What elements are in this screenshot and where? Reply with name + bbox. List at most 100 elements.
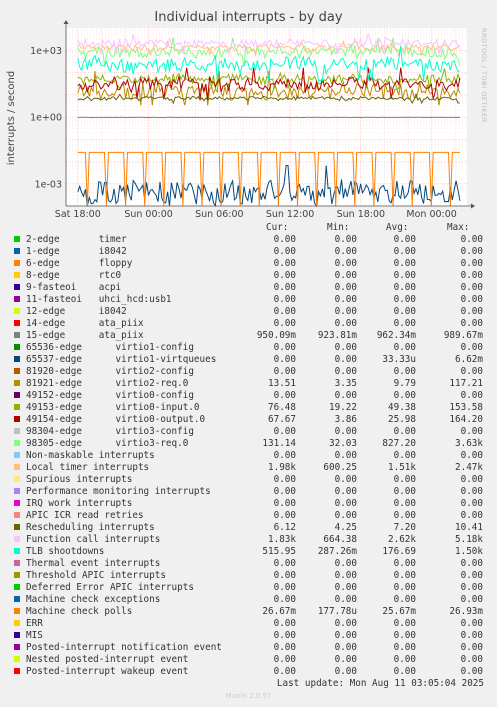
legend-max-value: 0.00 — [460, 426, 483, 437]
y-tick-label: 1e+03 — [30, 46, 62, 57]
legend-swatch — [14, 644, 20, 650]
legend-cur-value: 0.00 — [273, 474, 296, 485]
legend-max-value: 0.00 — [460, 510, 483, 521]
legend-max-value: 0.00 — [460, 570, 483, 581]
legend-avg-value: 0.00 — [393, 246, 416, 257]
legend-max-value: 0.00 — [460, 558, 483, 569]
legend-label: TLB shootdowns — [26, 546, 105, 557]
legend-swatch — [14, 428, 20, 434]
legend-cur-value: 0.00 — [273, 318, 296, 329]
legend-swatch — [14, 452, 20, 458]
legend-max-value: 6.62m — [455, 354, 483, 365]
legend-max-value: 5.18k — [455, 534, 483, 545]
legend-avg-value: 176.69 — [382, 546, 416, 557]
legend-avg-value: 0.00 — [393, 342, 416, 353]
legend-swatch — [14, 536, 20, 542]
legend-avg-value: 0.00 — [393, 366, 416, 377]
legend-label: Deferred Error APIC interrupts — [26, 582, 194, 593]
legend-cur-value: 0.00 — [273, 354, 296, 365]
header-cur: Cur: — [266, 222, 289, 233]
legend-label: 49154-edge virtio0-output.0 — [26, 414, 206, 425]
legend-row: 2-edge timer 0.00 0.00 0.00 0.00 — [0, 234, 497, 246]
header-min: Min: — [327, 222, 350, 233]
legend-row: Posted-interrupt notification event 0.00 0… — [0, 642, 497, 654]
legend-avg-value: 7.20 — [393, 522, 416, 533]
legend-max-value: 0.00 — [460, 630, 483, 641]
legend-label: Rescheduling interrupts — [26, 522, 155, 533]
legend-row: Nested posted-interrupt event 0.00 0.00 0.0… — [0, 654, 497, 666]
legend-cur-value: 0.00 — [273, 234, 296, 245]
legend-cur-value: 0.00 — [273, 450, 296, 461]
legend-swatch — [14, 608, 20, 614]
legend-cur-value: 0.00 — [273, 246, 296, 257]
legend-max-value: 0.00 — [460, 306, 483, 317]
legend-label: Nested posted-interrupt event — [26, 654, 189, 665]
legend-cur-value: 0.00 — [273, 558, 296, 569]
series-line — [77, 116, 460, 119]
legend-swatch — [14, 332, 20, 338]
legend-avg-value: 49.38 — [388, 402, 416, 413]
legend-row: 49152-edge virtio0-config 0.00 0.00 0.00 0.0… — [0, 390, 497, 402]
legend-avg-value: 1.51k — [388, 462, 416, 473]
x-axis-arrow — [471, 203, 475, 209]
legend-label: Local timer interrupts — [26, 462, 150, 473]
legend-label: 98305-edge virtio3-req.0 — [26, 438, 189, 449]
legend-row: Posted-interrupt wakeup event 0.00 0.00 0.0… — [0, 666, 497, 678]
legend-row: TLB shootdowns 515.95 287.26m 176.69 1.50k — [0, 546, 497, 558]
legend-avg-value: 0.00 — [393, 582, 416, 593]
legend-label: 9-fasteoi acpi — [26, 282, 122, 293]
legend-label: 65536-edge virtio1-config — [26, 342, 194, 353]
legend-row: Rescheduling interrupts 6.12 4.25 7.20 10.41 — [0, 522, 497, 534]
legend-swatch — [14, 524, 20, 530]
x-tick-label: Sun 00:00 — [124, 209, 172, 220]
legend-label: APIC ICR read retries — [26, 510, 144, 521]
last-update: Last update: Mon Aug 11 03:05:04 2025 — [276, 678, 484, 689]
legend-row: Machine check exceptions 0.00 0.00 0.00 0.00 — [0, 594, 497, 606]
legend-row: Function call interrupts 1.83k 664.38 2.62k… — [0, 534, 497, 546]
legend-max-value: 0.00 — [460, 642, 483, 653]
legend-cur-value: 0.00 — [273, 654, 296, 665]
legend-swatch — [14, 356, 20, 362]
legend-avg-value: 0.00 — [393, 318, 416, 329]
legend-avg-value: 0.00 — [393, 666, 416, 677]
legend-row: 8-edge rtc0 0.00 0.00 0.00 0.00 — [0, 270, 497, 282]
legend-row: 14-edge ata_piix 0.00 0.00 0.00 0.00 — [0, 318, 497, 330]
legend-label: 11-fasteoi uhci_hcd:usb1 — [26, 294, 172, 305]
legend-cur-value: 0.00 — [273, 594, 296, 605]
legend-max-value: 164.20 — [449, 414, 483, 425]
legend-cur-value: 0.00 — [273, 270, 296, 281]
legend-label: Thermal event interrupts — [26, 558, 161, 569]
legend-avg-value: 0.00 — [393, 618, 416, 629]
legend-swatch — [14, 344, 20, 350]
legend-cur-value: 0.00 — [273, 666, 296, 677]
legend-swatch — [14, 296, 20, 302]
legend-avg-value: 0.00 — [393, 306, 416, 317]
x-tick-label: Mon 00:00 — [406, 209, 456, 220]
legend-max-value: 26.93m — [449, 606, 483, 617]
legend-avg-value: 25.98 — [388, 414, 416, 425]
legend-avg-value: 0.00 — [393, 630, 416, 641]
legend-label: Posted-interrupt notification event — [26, 642, 222, 653]
legend-swatch — [14, 320, 20, 326]
legend-cur-value: 0.00 — [273, 390, 296, 401]
header-max: Max: — [447, 222, 470, 233]
legend-cur-value: 0.00 — [273, 258, 296, 269]
legend-label: Machine check exceptions — [26, 594, 161, 605]
y-tick-label: 1e-03 — [35, 179, 62, 190]
legend-avg-value: 0.00 — [393, 474, 416, 485]
legend-avg-value: 0.00 — [393, 558, 416, 569]
legend-max-value: 0.00 — [460, 366, 483, 377]
x-tick-label: Sun 06:00 — [195, 209, 243, 220]
legend-label: Threshold APIC interrupts — [26, 570, 166, 581]
legend-swatch — [14, 572, 20, 578]
legend-cur-value: 76.48 — [268, 402, 296, 413]
legend-row: 6-edge floppy 0.00 0.00 0.00 0.00 — [0, 258, 497, 270]
legend-label: IRQ work interrupts — [26, 498, 133, 509]
legend-avg-value: 0.00 — [393, 510, 416, 521]
legend-avg-value: 0.00 — [393, 282, 416, 293]
legend-cur-value: 13.51 — [268, 378, 296, 389]
legend-cur-value: 0.00 — [273, 306, 296, 317]
legend-row: 98305-edge virtio3-req.0 131.14 32.03 827.2… — [0, 438, 497, 450]
legend-swatch — [14, 284, 20, 290]
legend-cur-value: 515.95 — [262, 546, 296, 557]
